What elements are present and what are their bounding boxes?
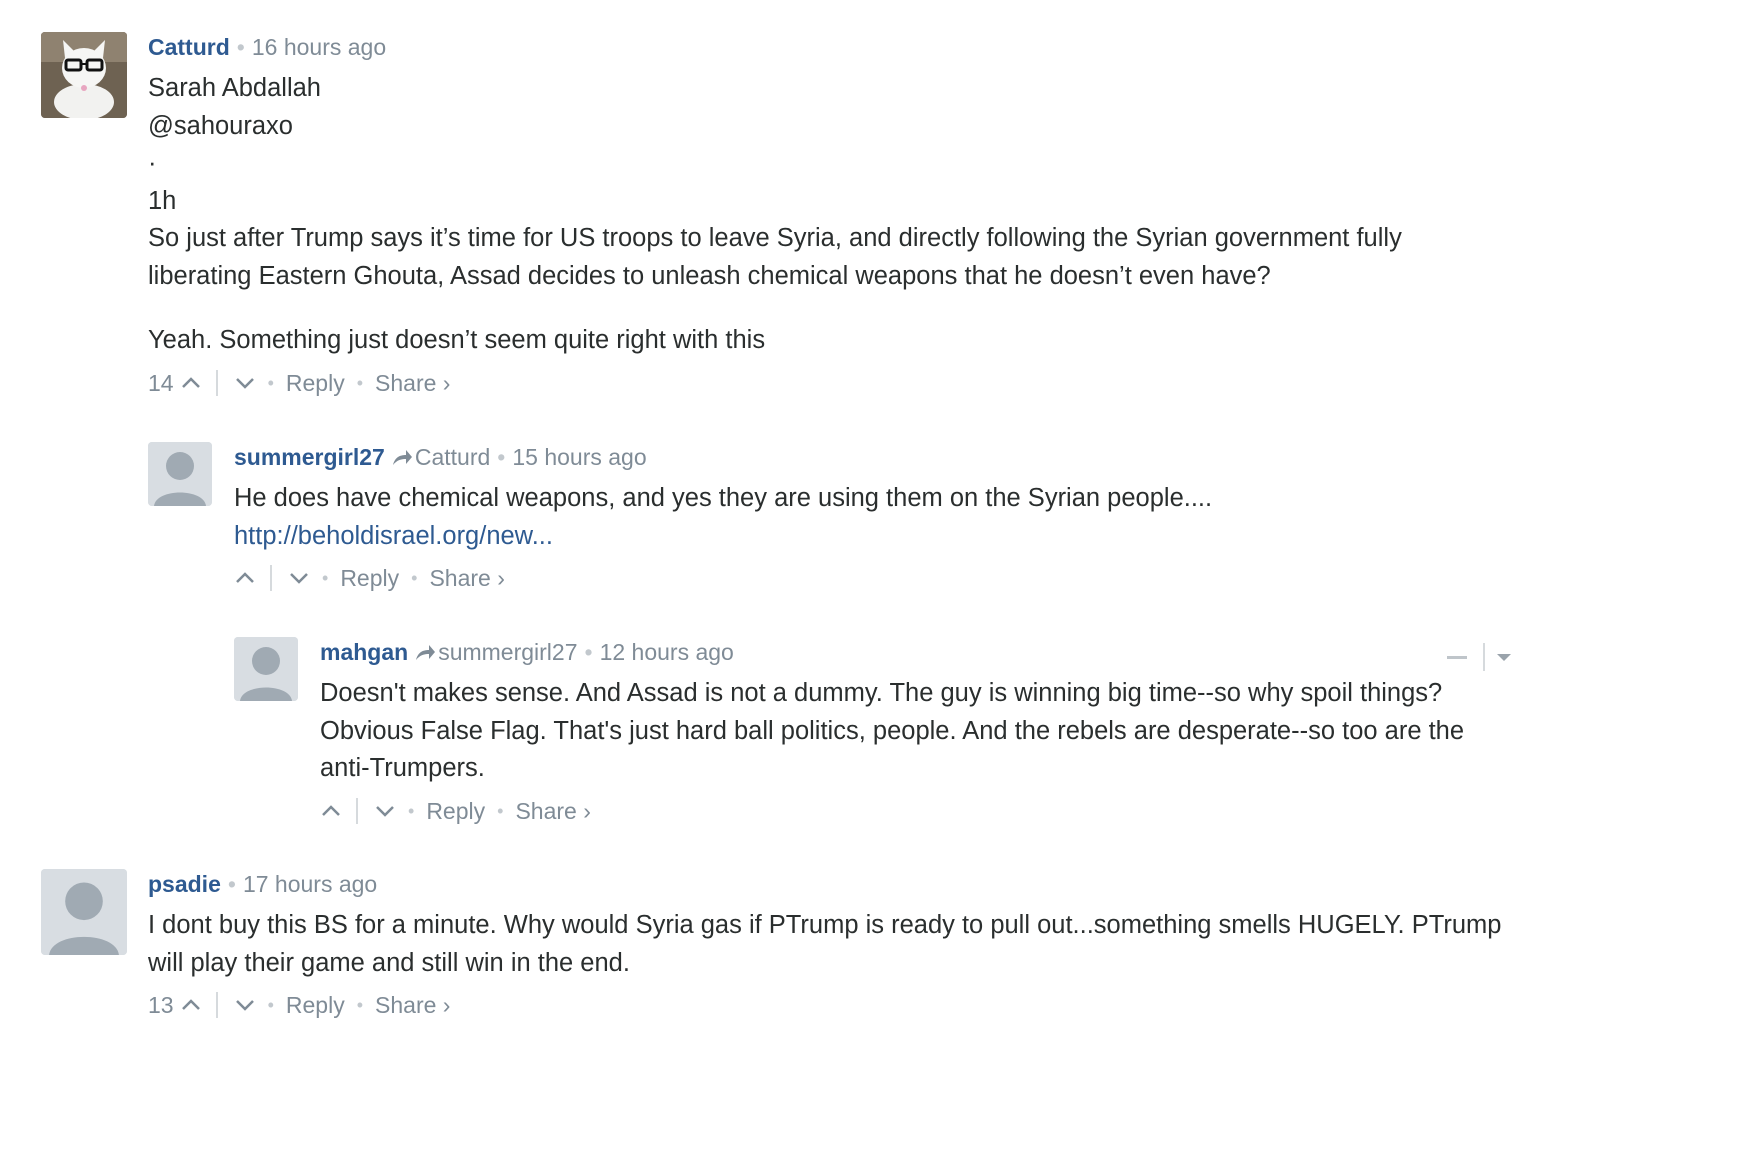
vote-divider [215, 369, 218, 396]
message-paragraph: He does have chemical weapons, and yes t… [234, 484, 1213, 512]
parent-author-link[interactable]: summergirl27 [438, 639, 577, 665]
downvote-icon[interactable] [234, 375, 256, 391]
author-link[interactable]: summergirl27 [234, 444, 385, 470]
message-paragraph: I dont buy this BS for a minute. Why wou… [148, 911, 1502, 977]
comment-message: I dont buy this BS for a minute. Why wou… [148, 907, 1511, 982]
separator-dot: • [227, 871, 236, 897]
separator-dot: • [236, 34, 245, 60]
default-user-avatar-icon [234, 637, 298, 701]
menu-caret-icon[interactable] [1497, 653, 1511, 661]
message-line: · [148, 149, 157, 177]
downvote-icon[interactable] [374, 803, 396, 819]
separator-dot: • [408, 800, 415, 821]
message-paragraph: So just after Trump says it’s time for U… [148, 224, 1402, 290]
separator-dot: • [267, 372, 274, 393]
downvote-icon[interactable] [234, 997, 256, 1013]
timestamp-link[interactable]: 16 hours ago [252, 34, 386, 60]
comment-message: Sarah Abdallah @sahouraxo · 1h So just a… [148, 70, 1511, 360]
separator-dot: • [411, 568, 418, 588]
comment-message: Doesn't makes sense. And Assad is not a … [320, 675, 1511, 788]
share-button[interactable]: Share › [375, 368, 450, 398]
comment-message: He does have chemical weapons, and yes t… [234, 480, 1511, 555]
separator-dot: • [267, 995, 274, 1015]
reply-arrow-icon [416, 645, 436, 660]
comment-footer: • Reply • Share › [234, 563, 1511, 593]
timestamp-link[interactable]: 17 hours ago [243, 871, 377, 897]
message-line: @sahouraxo [148, 111, 293, 140]
parent-author-link[interactable]: Catturd [415, 444, 490, 470]
reply-button[interactable]: Reply [426, 796, 485, 826]
comment-controls [1447, 643, 1511, 671]
comment-footer: 13 • Reply • Share › [148, 990, 1511, 1020]
default-user-avatar-icon [148, 442, 212, 506]
vote-divider [215, 992, 218, 1018]
upvote-count: 14 [148, 369, 174, 396]
avatar[interactable] [41, 32, 127, 118]
separator-dot: • [497, 800, 504, 821]
author-link[interactable]: psadie [148, 871, 221, 897]
upvote-icon[interactable] [180, 997, 202, 1013]
share-button[interactable]: Share › [429, 563, 504, 593]
external-link[interactable]: http://beholdisrael.org/new... [234, 522, 553, 550]
upvote-icon[interactable] [320, 803, 342, 819]
default-user-avatar-icon [41, 869, 127, 955]
avatar[interactable] [41, 869, 127, 955]
message-paragraph: Doesn't makes sense. And Assad is not a … [320, 679, 1465, 782]
comment-footer: 14 • Reply • Share › [148, 368, 1511, 398]
separator-dot: • [584, 639, 593, 665]
upvote-count: 13 [148, 992, 174, 1018]
controls-divider [1483, 643, 1485, 671]
comment-footer: • Reply • Share › [320, 796, 1511, 826]
downvote-icon[interactable] [288, 570, 310, 586]
reply-button[interactable]: Reply [286, 990, 345, 1020]
timestamp-link[interactable]: 12 hours ago [600, 639, 734, 665]
message-line: Sarah Abdallah [148, 74, 321, 102]
upvote-icon[interactable] [234, 570, 256, 586]
reply-button[interactable]: Reply [340, 563, 399, 593]
share-button[interactable]: Share › [375, 990, 450, 1020]
collapse-icon[interactable] [1447, 655, 1467, 659]
message-line: 1h [148, 186, 177, 215]
share-button[interactable]: Share › [515, 796, 590, 826]
reply-arrow-icon [392, 450, 412, 465]
avatar[interactable] [234, 637, 298, 701]
separator-dot: • [356, 372, 364, 393]
message-paragraph: Yeah. Something just doesn’t seem quite … [148, 326, 766, 354]
separator-dot: • [497, 444, 506, 470]
separator-dot: • [322, 568, 329, 588]
upvote-icon[interactable] [180, 375, 202, 391]
timestamp-link[interactable]: 15 hours ago [512, 444, 646, 470]
author-link[interactable]: mahgan [320, 639, 408, 665]
avatar[interactable] [148, 442, 212, 506]
cat-with-glasses-avatar-icon [41, 32, 127, 118]
vote-divider [356, 797, 358, 824]
vote-divider [270, 565, 272, 591]
author-link[interactable]: Catturd [148, 34, 230, 60]
separator-dot: • [356, 995, 364, 1015]
reply-button[interactable]: Reply [286, 368, 345, 398]
